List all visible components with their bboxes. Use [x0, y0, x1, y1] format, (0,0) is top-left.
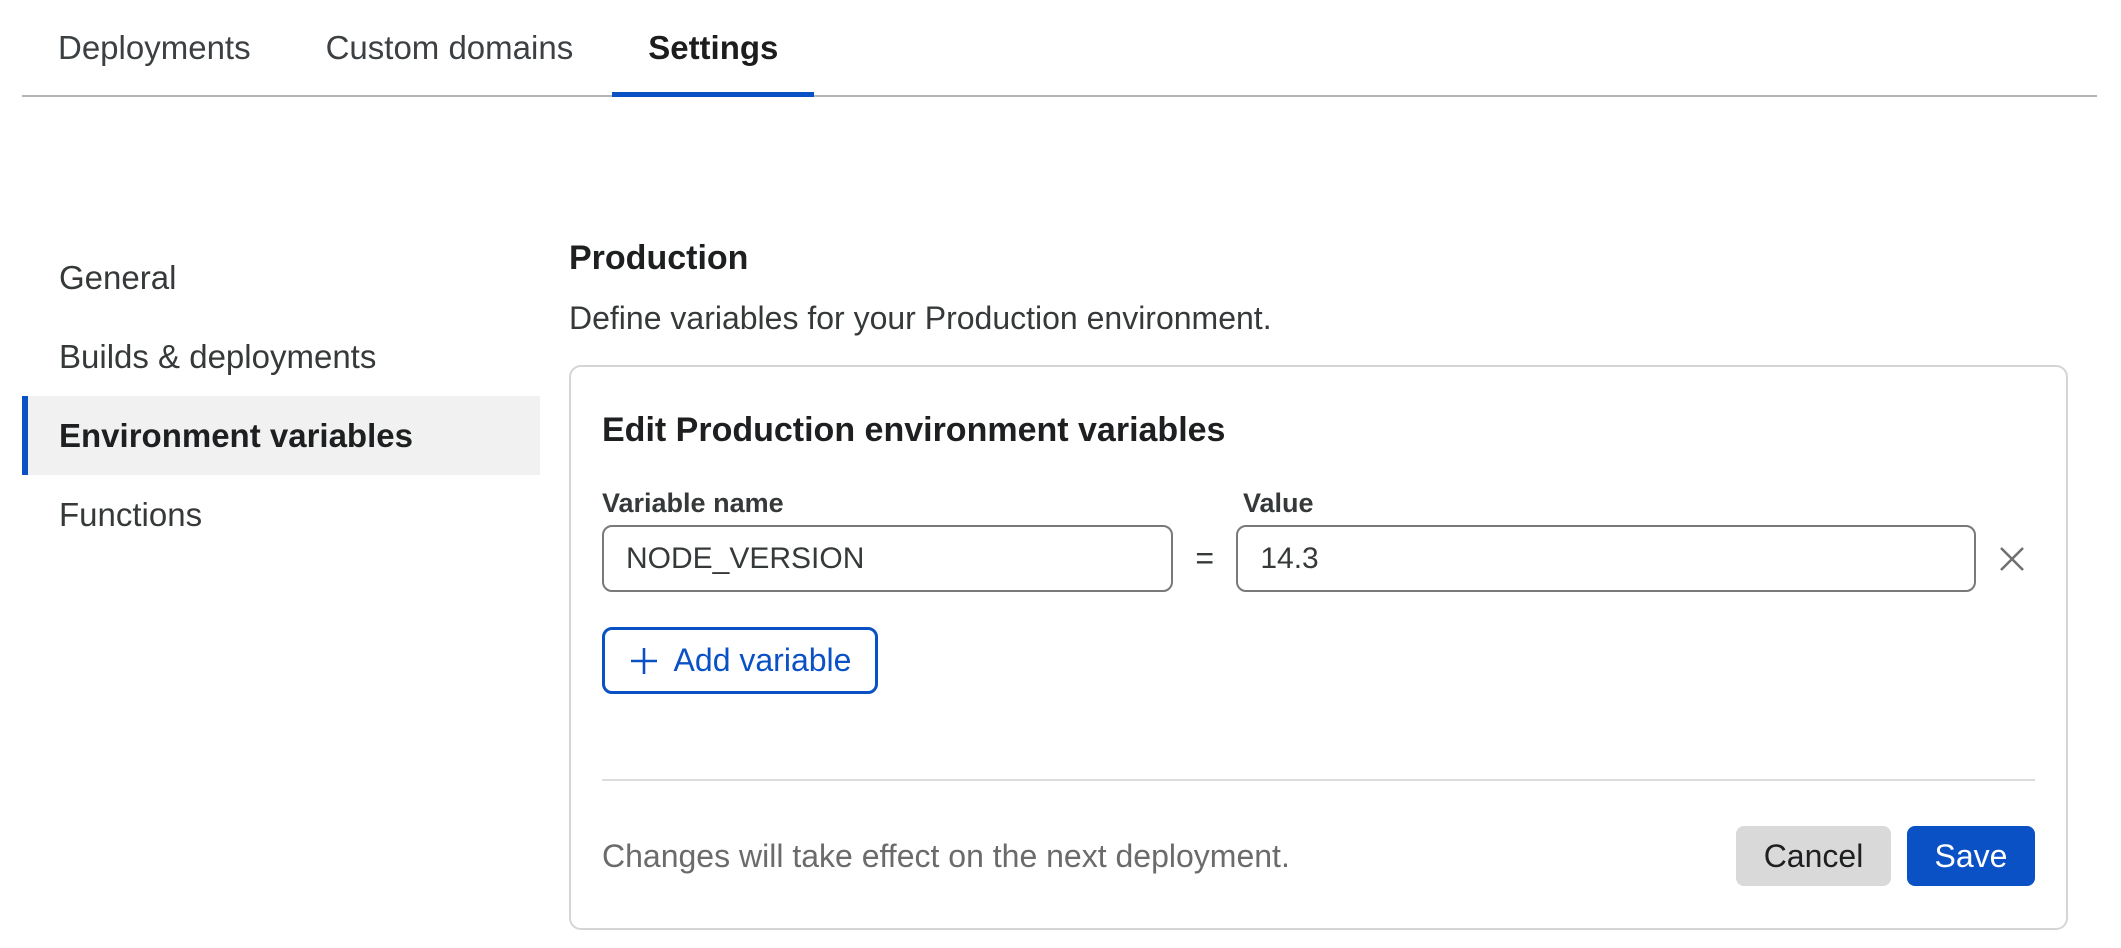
x-icon — [1996, 543, 2028, 575]
plus-icon — [629, 646, 659, 676]
sidebar-item-general[interactable]: General — [22, 238, 540, 317]
field-labels-row: Variable name Value — [602, 488, 2035, 518]
card-divider — [602, 779, 2035, 781]
tab-settings-label: Settings — [648, 29, 778, 67]
equals-sign: = — [1173, 540, 1236, 577]
sidebar-item-environment-variables[interactable]: Environment variables — [22, 396, 540, 475]
page-subtitle: Define variables for your Production env… — [569, 299, 2068, 337]
environment-variables-panel: Production Define variables for your Pro… — [569, 238, 2068, 930]
sidebar-item-general-label: General — [59, 259, 176, 297]
project-tabbar: Deployments Custom domains Settings — [22, 0, 2097, 97]
add-variable-button-label: Add variable — [674, 642, 852, 679]
sidebar-item-builds-deployments-label: Builds & deployments — [59, 338, 376, 376]
tab-deployments-label: Deployments — [58, 29, 251, 67]
remove-variable-button[interactable] — [1990, 536, 2035, 582]
tab-deployments[interactable]: Deployments — [22, 0, 287, 95]
edit-variables-card: Edit Production environment variables Va… — [569, 365, 2068, 930]
footer-note: Changes will take effect on the next dep… — [602, 838, 1290, 875]
page-title: Production — [569, 238, 2068, 278]
card-footer: Changes will take effect on the next dep… — [602, 825, 2035, 887]
footer-actions: Cancel Save — [1736, 826, 2035, 886]
variable-name-label: Variable name — [602, 488, 1243, 518]
sidebar-item-builds-deployments[interactable]: Builds & deployments — [22, 317, 540, 396]
card-title: Edit Production environment variables — [602, 410, 2035, 450]
variable-value-input[interactable] — [1236, 525, 1975, 592]
tab-custom-domains-label: Custom domains — [326, 29, 574, 67]
variable-row: = — [602, 525, 2035, 592]
sidebar-item-environment-variables-label: Environment variables — [59, 417, 413, 455]
settings-page: Deployments Custom domains Settings Gene… — [0, 0, 2121, 948]
settings-sidenav: General Builds & deployments Environment… — [22, 238, 540, 554]
add-variable-button[interactable]: Add variable — [602, 627, 878, 694]
save-button[interactable]: Save — [1907, 826, 2035, 886]
sidebar-item-functions[interactable]: Functions — [22, 475, 540, 554]
cancel-button[interactable]: Cancel — [1736, 826, 1891, 886]
variable-name-input[interactable] — [602, 525, 1173, 592]
value-label: Value — [1243, 488, 1314, 518]
tab-custom-domains[interactable]: Custom domains — [290, 0, 610, 95]
sidebar-item-functions-label: Functions — [59, 496, 202, 534]
tab-settings[interactable]: Settings — [612, 0, 814, 95]
